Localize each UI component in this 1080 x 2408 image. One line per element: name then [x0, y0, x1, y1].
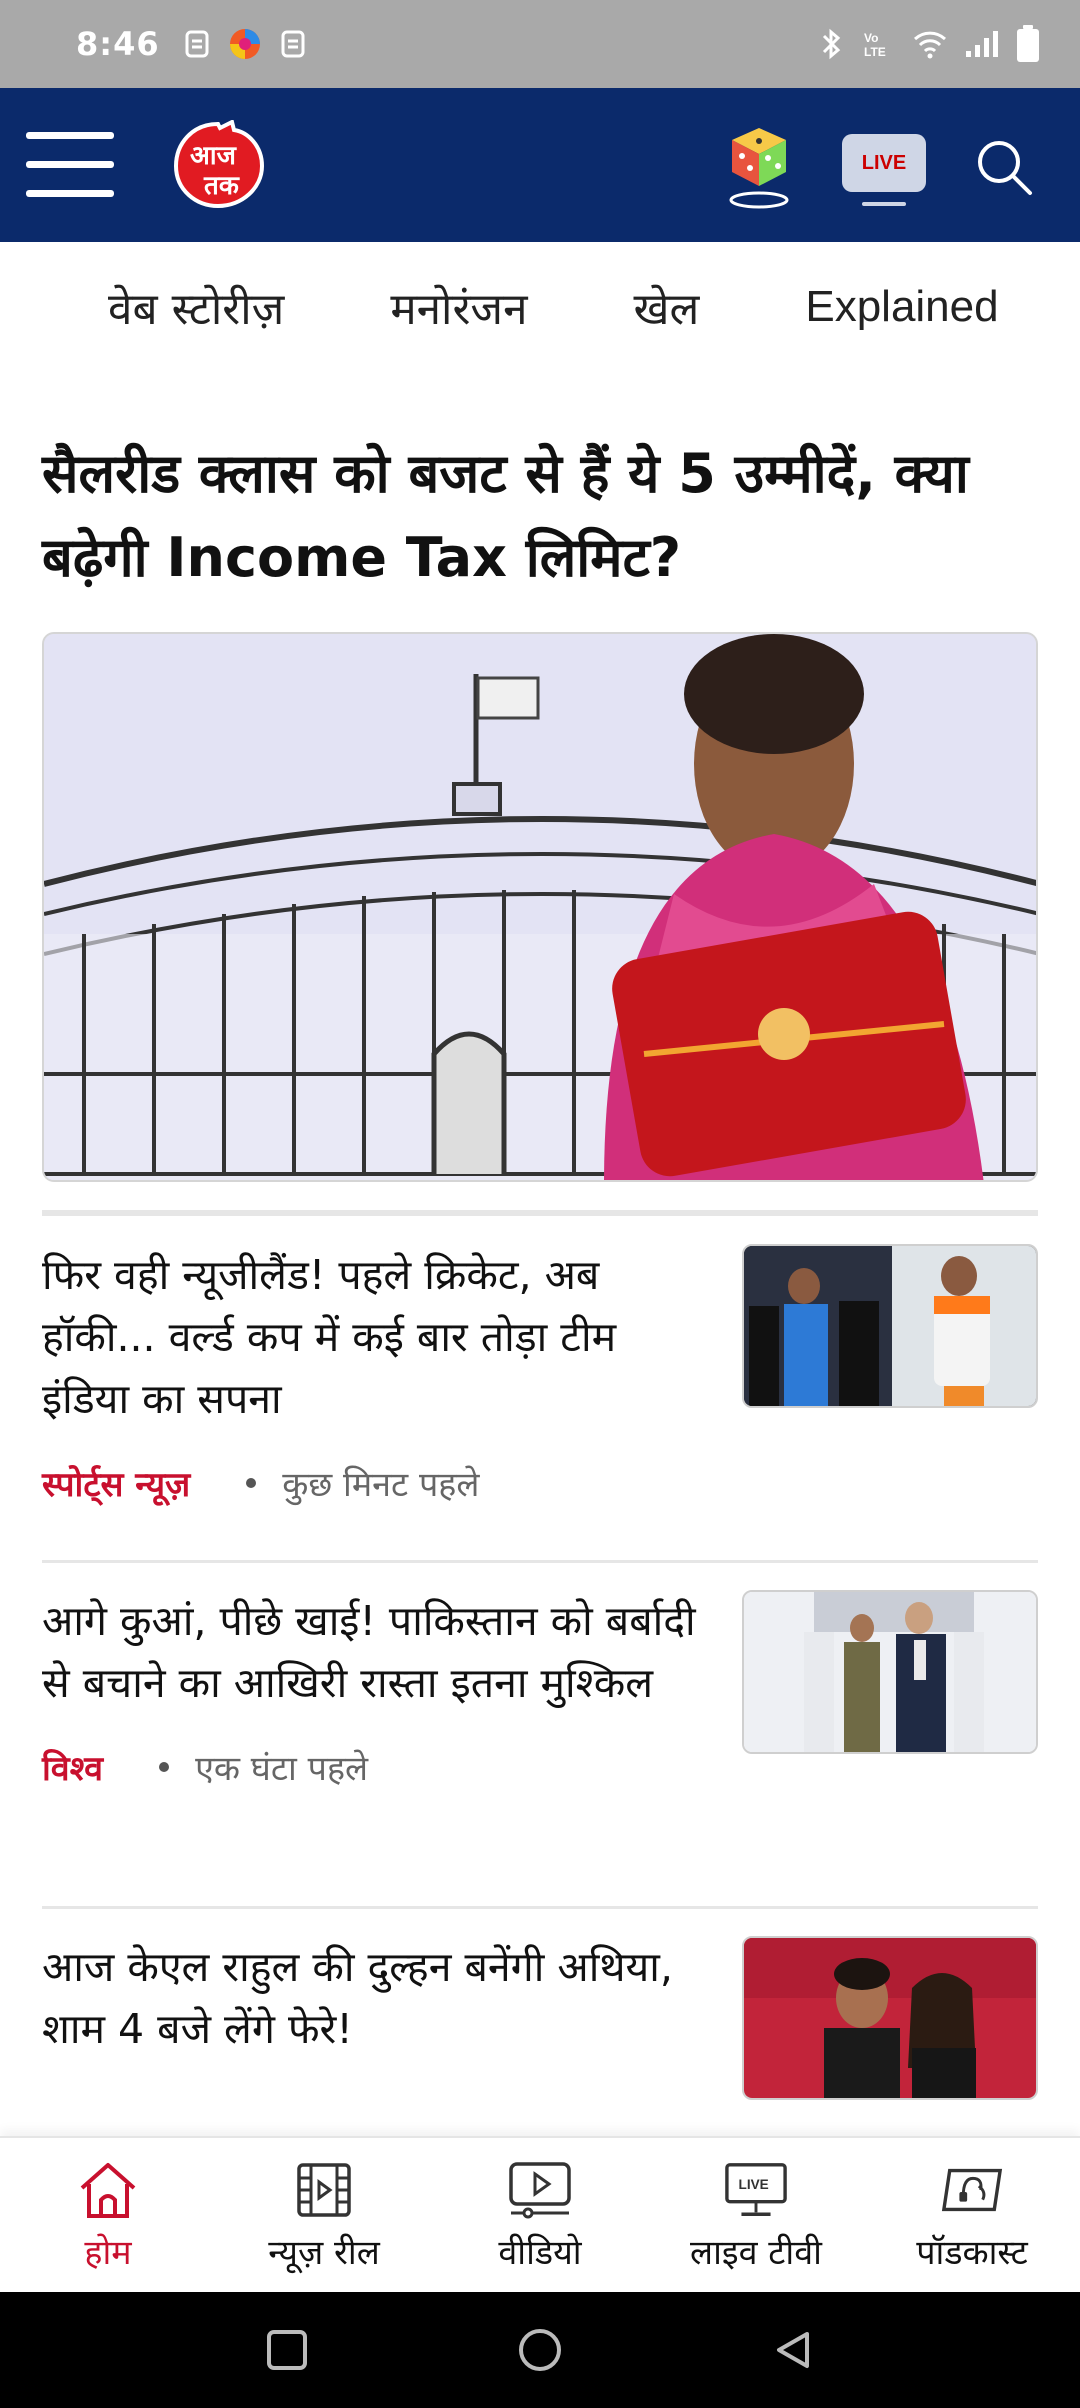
sim-icon: [280, 29, 306, 59]
menu-icon[interactable]: [26, 132, 114, 198]
video-icon: [508, 2158, 572, 2222]
recents-icon[interactable]: [247, 2310, 327, 2390]
news-title[interactable]: आगे कुआं, पीछे खाई! पाकिस्तान को बर्बादी…: [42, 1590, 702, 1714]
tab-entertainment[interactable]: मनोरंजन: [390, 277, 527, 337]
news-item[interactable]: फिर वही न्यूजीलैंड! पहले क्रिकेट, अब हॉक…: [42, 1244, 1038, 1506]
news-title[interactable]: फिर वही न्यूजीलैंड! पहले क्रिकेट, अब हॉक…: [42, 1244, 702, 1430]
svg-text:आज: आज: [190, 141, 238, 171]
news-item[interactable]: आगे कुआं, पीछे खाई! पाकिस्तान को बर्बादी…: [42, 1590, 1038, 1790]
bluetooth-icon: [816, 27, 846, 61]
news-item[interactable]: आज केएल राहुल की दुल्हन बनेंगी अथिया, शा…: [42, 1936, 1038, 2100]
game-dice-icon[interactable]: [724, 124, 794, 210]
wifi-icon: [912, 29, 948, 59]
status-right: Vo LTE: [816, 25, 1040, 63]
nav-news-reel[interactable]: न्यूज़ रील: [224, 2158, 424, 2274]
divider: [42, 1906, 1038, 1909]
svg-text:LTE: LTE: [864, 45, 886, 59]
signal-icon: [964, 29, 1000, 59]
nav-home[interactable]: होम: [8, 2158, 208, 2274]
lead-story-image[interactable]: [42, 632, 1038, 1182]
notification-icons: [184, 27, 306, 61]
tab-explained[interactable]: Explained: [805, 282, 998, 332]
nav-label: लाइव टीवी: [690, 2233, 822, 2273]
news-thumbnail[interactable]: [742, 1590, 1038, 1754]
home-icon: [76, 2158, 140, 2222]
nav-podcast[interactable]: पॉडकास्ट: [872, 2158, 1072, 2274]
nav-live-tv[interactable]: LIVE लाइव टीवी: [656, 2158, 856, 2274]
sim-icon: [184, 29, 210, 59]
nav-label: वीडियो: [498, 2233, 582, 2273]
news-timestamp: कुछ मिनट पहले: [282, 1465, 480, 1505]
divider: [42, 1210, 1038, 1216]
header-actions: LIVE: [724, 124, 1034, 210]
lead-headline[interactable]: सैलरीड क्लास को बजट से हैं ये 5 उम्मीदें…: [42, 432, 1042, 600]
meta-separator: [159, 1762, 170, 1772]
news-meta: स्पोर्ट्स न्यूज़ कुछ मिनट पहले: [42, 1460, 1038, 1506]
status-bar: 8:46 Vo LTE: [0, 0, 1080, 88]
aajtak-logo[interactable]: आज तक: [170, 119, 266, 210]
back-icon[interactable]: [753, 2310, 833, 2390]
news-category[interactable]: विश्व: [42, 1744, 103, 1790]
system-navigation-bar: [0, 2292, 1080, 2408]
nav-video[interactable]: वीडियो: [440, 2158, 640, 2274]
page: 8:46 Vo LTE आज तक LIVE वेब स्टोरीज़ मनोर…: [0, 0, 1080, 2408]
podcast-icon: [940, 2158, 1004, 2222]
status-left: 8:46: [76, 25, 306, 63]
status-time: 8:46: [76, 25, 160, 63]
live-tv-icon: LIVE: [724, 2158, 788, 2222]
svg-text:तक: तक: [203, 171, 240, 201]
news-title[interactable]: आज केएल राहुल की दुल्हन बनेंगी अथिया, शा…: [42, 1936, 702, 2060]
home-button-icon[interactable]: [500, 2310, 580, 2390]
browser-icon: [228, 27, 262, 61]
live-tv-button[interactable]: LIVE: [842, 134, 926, 206]
tab-sports[interactable]: खेल: [634, 277, 700, 337]
divider: [42, 1560, 1038, 1563]
tab-web-stories[interactable]: वेब स्टोरीज़: [108, 277, 284, 337]
nav-label: न्यूज़ रील: [268, 2233, 380, 2273]
nav-label: होम: [84, 2233, 132, 2273]
news-reel-icon: [292, 2158, 356, 2222]
category-tabs: वेब स्टोरीज़ मनोरंजन खेल Explained: [0, 242, 1080, 372]
search-icon[interactable]: [974, 137, 1034, 197]
nav-label: पॉडकास्ट: [916, 2233, 1028, 2273]
news-timestamp: एक घंटा पहले: [195, 1749, 369, 1789]
news-thumbnail[interactable]: [742, 1936, 1038, 2100]
svg-text:LIVE: LIVE: [739, 2177, 769, 2192]
battery-icon: [1016, 25, 1040, 63]
volte-icon: Vo LTE: [862, 28, 896, 60]
bottom-navigation: होम न्यूज़ रील वीडियो LIVE लाइव टीवी पॉड…: [0, 2136, 1080, 2292]
live-label: LIVE: [861, 151, 907, 174]
app-header: आज तक LIVE: [0, 88, 1080, 242]
news-category[interactable]: स्पोर्ट्स न्यूज़: [42, 1460, 190, 1506]
news-thumbnail[interactable]: [742, 1244, 1038, 1408]
meta-separator: [246, 1478, 257, 1488]
svg-text:Vo: Vo: [864, 31, 878, 45]
